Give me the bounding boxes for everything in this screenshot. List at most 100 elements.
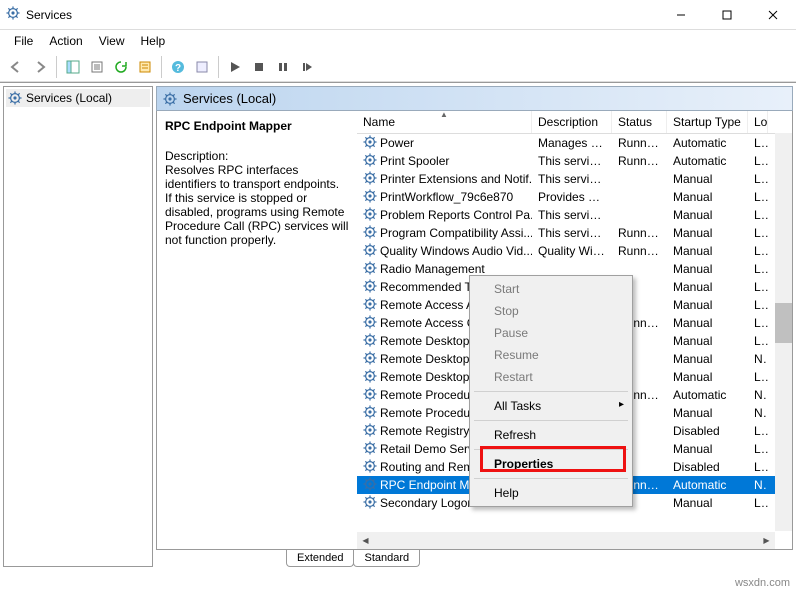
ctx-help[interactable]: Help [472, 482, 630, 504]
ctx-stop[interactable]: Stop [472, 300, 630, 322]
restart-service-button[interactable] [296, 56, 318, 78]
service-name: Remote Registry [380, 424, 469, 438]
service-status [612, 214, 667, 216]
properties-button[interactable] [134, 56, 156, 78]
detail-desc-text: Resolves RPC interfaces identifiers to t… [165, 163, 349, 247]
hscroll-left-icon[interactable]: ◀ [357, 532, 374, 549]
service-status: Running [612, 225, 667, 241]
ctx-all-tasks[interactable]: All Tasks [472, 395, 630, 417]
ctx-start[interactable]: Start [472, 278, 630, 300]
service-desc [532, 268, 612, 270]
horizontal-scrollbar[interactable]: ◀ ▶ [357, 532, 775, 549]
service-icon [363, 297, 377, 314]
ctx-properties[interactable]: Properties [472, 453, 630, 475]
view-tabs: Extended Standard [156, 550, 793, 567]
ctx-refresh[interactable]: Refresh [472, 424, 630, 446]
service-icon [363, 405, 377, 422]
service-status [612, 196, 667, 198]
service-startup: Manual [667, 297, 748, 313]
service-startup: Manual [667, 171, 748, 187]
service-icon [363, 441, 377, 458]
tab-standard[interactable]: Standard [353, 550, 420, 567]
service-logon: Lo [748, 261, 768, 277]
ctx-pause[interactable]: Pause [472, 322, 630, 344]
col-startup[interactable]: Startup Type [667, 111, 748, 133]
service-row[interactable]: PrintWorkflow_79c6e870Provides su...Manu… [357, 188, 792, 206]
service-name: Power [380, 136, 414, 150]
service-row[interactable]: PowerManages p...RunningAutomaticLo [357, 134, 792, 152]
ctx-sep [474, 478, 628, 479]
export-list-button[interactable] [86, 56, 108, 78]
service-name: Routing and Remot [380, 460, 483, 474]
maximize-button[interactable] [704, 0, 750, 30]
service-desc: This service ... [532, 207, 612, 223]
service-icon [363, 369, 377, 386]
service-name: Printer Extensions and Notif... [380, 172, 532, 186]
service-logon: Lo [748, 171, 768, 187]
minimize-button[interactable] [658, 0, 704, 30]
col-name[interactable]: Name▲ [357, 111, 532, 133]
stop-service-button[interactable] [248, 56, 270, 78]
menu-help[interactable]: Help [133, 32, 174, 50]
service-logon: Lo [748, 441, 768, 457]
tab-extended[interactable]: Extended [286, 550, 354, 567]
ctx-resume[interactable]: Resume [472, 344, 630, 366]
close-button[interactable] [750, 0, 796, 30]
service-icon [363, 333, 377, 350]
service-icon [363, 423, 377, 440]
forward-button[interactable] [29, 56, 51, 78]
service-logon: Lo [748, 315, 768, 331]
service-icon [363, 387, 377, 404]
service-startup: Automatic [667, 387, 748, 403]
pause-service-button[interactable] [272, 56, 294, 78]
detail-title: RPC Endpoint Mapper [165, 119, 349, 133]
toolbar: ? [0, 52, 796, 82]
service-logon: Lo [748, 189, 768, 205]
service-startup: Disabled [667, 423, 748, 439]
service-icon [363, 279, 377, 296]
service-icon [363, 207, 377, 224]
menu-view[interactable]: View [91, 32, 133, 50]
service-row[interactable]: Quality Windows Audio Vid...Quality Win.… [357, 242, 792, 260]
service-logon: Lo [748, 243, 768, 259]
detail-panel: RPC Endpoint Mapper Description: Resolve… [157, 111, 357, 549]
service-icon [363, 261, 377, 278]
help-button[interactable]: ? [167, 56, 189, 78]
tree-root[interactable]: Services (Local) [6, 89, 150, 107]
window-title: Services [26, 8, 658, 22]
service-row[interactable]: Print SpoolerThis service ...RunningAuto… [357, 152, 792, 170]
service-icon [363, 135, 377, 152]
service-icon [363, 477, 377, 494]
col-description[interactable]: Description [532, 111, 612, 133]
col-status[interactable]: Status [612, 111, 667, 133]
service-row[interactable]: Program Compatibility Assi...This servic… [357, 224, 792, 242]
service-icon [363, 243, 377, 260]
context-menu: Start Stop Pause Resume Restart All Task… [469, 275, 633, 507]
panel-header-label: Services (Local) [183, 91, 276, 106]
service-status [612, 178, 667, 180]
menu-action[interactable]: Action [41, 32, 90, 50]
service-logon: Lo [748, 333, 768, 349]
sort-asc-icon: ▲ [440, 111, 448, 119]
col-logon[interactable]: Lo [748, 111, 768, 133]
scrollbar-thumb[interactable] [775, 303, 792, 343]
help-topics-button[interactable] [191, 56, 213, 78]
service-logon: Ne [748, 405, 768, 421]
menu-file[interactable]: File [6, 32, 41, 50]
service-row[interactable]: Printer Extensions and Notif...This serv… [357, 170, 792, 188]
service-row[interactable]: Problem Reports Control Pa...This servic… [357, 206, 792, 224]
show-hide-tree-button[interactable] [62, 56, 84, 78]
service-startup: Manual [667, 495, 748, 511]
start-service-button[interactable] [224, 56, 246, 78]
service-startup: Automatic [667, 477, 748, 493]
tree-root-label: Services (Local) [26, 91, 112, 105]
refresh-button[interactable] [110, 56, 132, 78]
service-logon: Lo [748, 459, 768, 475]
service-desc: Provides su... [532, 189, 612, 205]
service-name: PrintWorkflow_79c6e870 [380, 190, 513, 204]
hscroll-right-icon[interactable]: ▶ [758, 532, 775, 549]
ctx-restart[interactable]: Restart [472, 366, 630, 388]
vertical-scrollbar[interactable] [775, 133, 792, 531]
service-logon: Ne [748, 387, 768, 403]
back-button[interactable] [5, 56, 27, 78]
